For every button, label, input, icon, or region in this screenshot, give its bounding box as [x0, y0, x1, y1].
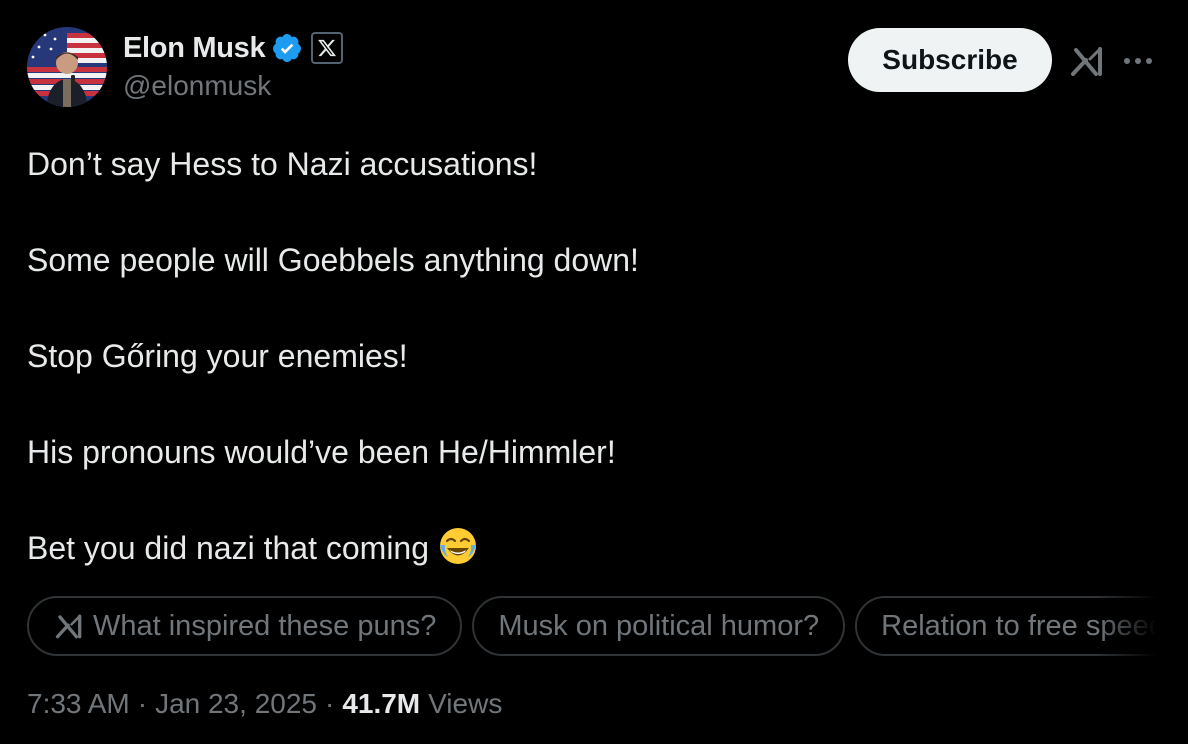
grok-icon	[55, 614, 82, 639]
author-display-name[interactable]: Elon Musk	[123, 32, 266, 65]
post-text-line: His pronouns would’ve been He/Himmler!	[27, 434, 616, 470]
suggestion-chip[interactable]: Relation to free speech	[855, 596, 1157, 656]
post-text: Don’t say Hess to Nazi accusations! Some…	[27, 140, 1147, 572]
x-logo-icon[interactable]	[311, 32, 344, 64]
post-text-line: Don’t say Hess to Nazi accusations!	[27, 146, 538, 182]
subscribe-button[interactable]: Subscribe	[848, 28, 1052, 92]
meta-separator: ·	[324, 688, 335, 719]
avatar-image	[27, 27, 107, 107]
suggestion-chip-label: What inspired these puns?	[93, 609, 437, 642]
face-with-tears-of-joy-icon	[440, 528, 477, 564]
post-text-line-last: Bet you did nazi that coming	[27, 524, 1147, 572]
post-time[interactable]: 7:33 AM	[27, 688, 130, 720]
more-dots-icon[interactable]	[1118, 44, 1158, 78]
post-date[interactable]: Jan 23, 2025	[155, 688, 317, 720]
avatar[interactable]	[27, 27, 107, 107]
post-text-line: Some people will Goebbels anything down!	[27, 242, 639, 278]
grok-suggestions: What inspired these puns? Musk on politi…	[27, 596, 1157, 658]
suggestion-chip-label: Musk on political humor?	[498, 609, 820, 642]
post-text-line: Bet you did nazi that coming	[27, 530, 430, 566]
post-text-line: Stop Gőring your enemies!	[27, 338, 408, 374]
grok-icon[interactable]	[1066, 40, 1108, 82]
suggestion-chip[interactable]: Musk on political humor?	[472, 596, 846, 656]
meta-separator: ·	[137, 688, 148, 719]
suggestion-chip-label: Relation to free speech	[881, 609, 1157, 642]
views-count: 41.7M	[342, 688, 421, 719]
views-label: Views	[428, 688, 503, 719]
suggestion-chip[interactable]: What inspired these puns?	[27, 596, 463, 656]
author-name-row: Elon Musk	[123, 28, 344, 68]
post-card: Elon Musk @elonmusk Subscribe Don’t say	[0, 0, 1188, 744]
post-meta: 7:33 AM · Jan 23, 2025 · 41.7M Views	[27, 688, 502, 720]
verified-badge-icon[interactable]	[271, 32, 303, 64]
author-handle[interactable]: @elonmusk	[123, 70, 271, 102]
